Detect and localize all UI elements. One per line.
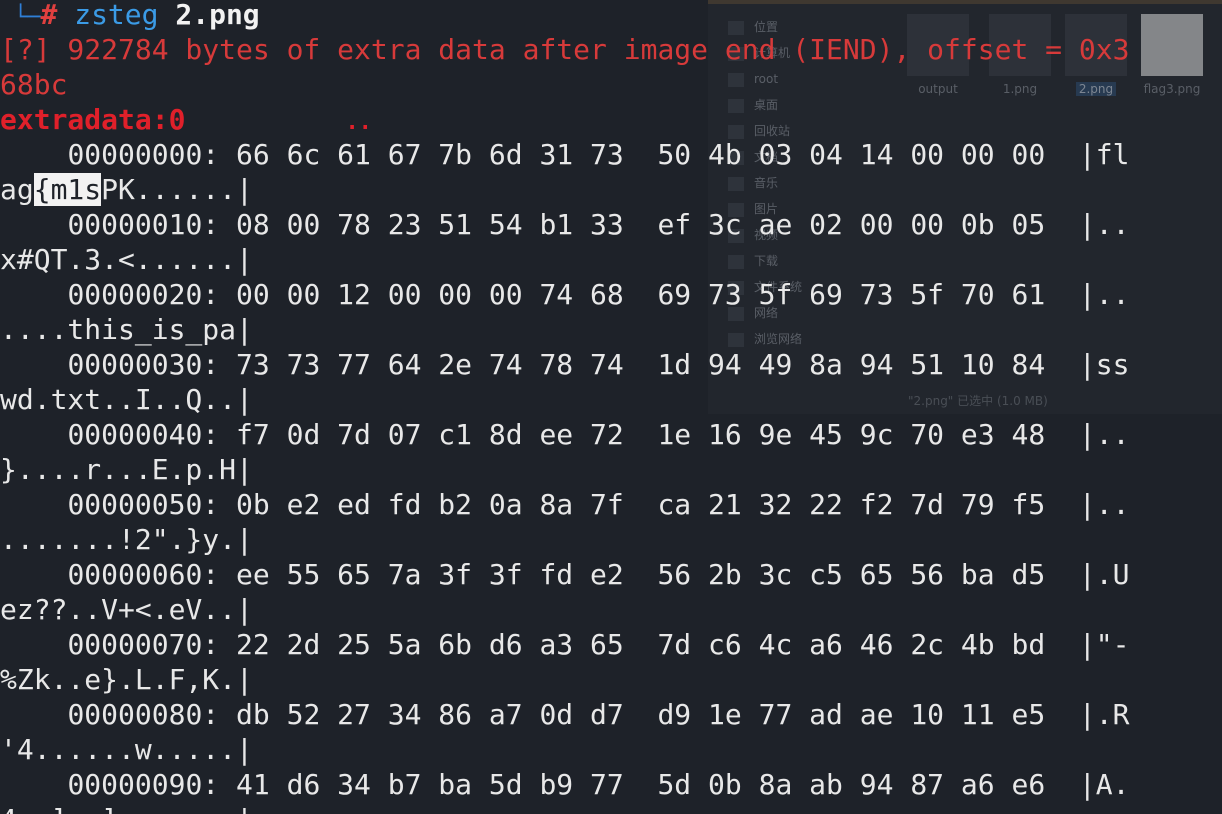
ascii-column-start: |.R	[1078, 698, 1130, 731]
terminal[interactable]: └─# zsteg 2.png [?] 922784 bytes of extr…	[0, 0, 1222, 814]
hexdump-row-wrap: }....r...E.p.H|	[0, 452, 253, 487]
warning-line: [?] 922784 bytes of extra data after ima…	[0, 33, 1130, 66]
hexdump-row-wrap: ez??..V+<.eV..|	[0, 592, 253, 627]
hex-bytes: 66 6c 61 67 7b 6d 31 73 50 4b 03 04 14 0…	[236, 138, 1046, 171]
hex-bytes: 22 2d 25 5a 6b d6 a3 65 7d c6 4c a6 46 2…	[236, 628, 1046, 661]
hexdump-row-wrap: ....this_is_pa|	[0, 312, 253, 347]
hex-bytes: db 52 27 34 86 a7 0d d7 d9 1e 77 ad ae 1…	[236, 698, 1046, 731]
ascii-wrap-rest: PK......|	[101, 173, 253, 206]
hexdump-row: 00000030: 73 73 77 64 2e 74 78 74 1d 94 …	[0, 347, 1129, 382]
ascii-wrap: 4..].w].......|	[0, 803, 253, 814]
command-argument: 2.png	[175, 0, 260, 31]
ascii-column-start: |..	[1078, 278, 1130, 311]
ascii-column-start: |..	[1078, 488, 1130, 521]
hex-offset: 00000060:	[67, 558, 220, 591]
hex-bytes: f7 0d 7d 07 c1 8d ee 72 1e 16 9e 45 9c 7…	[236, 418, 1046, 451]
prompt-corner: └─	[14, 5, 41, 30]
ascii-wrap: %Zk..e}.L.F,K.|	[0, 663, 253, 696]
ascii-column-start: |..	[1078, 418, 1130, 451]
extradata-dots: ..	[345, 110, 372, 135]
hexdump-row: 00000000: 66 6c 61 67 7b 6d 31 73 50 4b …	[0, 137, 1129, 172]
extradata-header: extradata:0..	[0, 102, 372, 137]
hexdump-row-wrap: %Zk..e}.L.F,K.|	[0, 662, 253, 697]
hexdump-row: 00000020: 00 00 12 00 00 00 74 68 69 73 …	[0, 277, 1129, 312]
hexdump-row-wrap: wd.txt..I..Q..|	[0, 382, 253, 417]
hex-bytes: 41 d6 34 b7 ba 5d b9 77 5d 0b 8a ab 94 8…	[236, 768, 1046, 801]
hexdump-row-wrap: '4......w.....|	[0, 732, 253, 767]
ascii-wrap: ....this_is_pa|	[0, 313, 253, 346]
hexdump-row: 00000070: 22 2d 25 5a 6b d6 a3 65 7d c6 …	[0, 627, 1129, 662]
hexdump-row-wrap: x#QT.3.<......|	[0, 242, 253, 277]
hexdump-row: 00000080: db 52 27 34 86 a7 0d d7 d9 1e …	[0, 697, 1129, 732]
ascii-wrap: x#QT.3.<......|	[0, 243, 253, 276]
hexdump-row: 00000050: 0b e2 ed fd b2 0a 8a 7f ca 21 …	[0, 487, 1129, 522]
hexdump-row-wrap: ag{m1sPK......|	[0, 172, 253, 207]
extradata-label: extradata:0	[0, 103, 186, 136]
ascii-column-start: |"-	[1078, 628, 1130, 661]
hexdump-row: 00000010: 08 00 78 23 51 54 b1 33 ef 3c …	[0, 207, 1129, 242]
hex-bytes: 0b e2 ed fd b2 0a 8a 7f ca 21 32 22 f2 7…	[236, 488, 1046, 521]
hex-offset: 00000090:	[67, 768, 220, 801]
selection-highlight[interactable]: {m1s	[33, 173, 102, 206]
ascii-column-start: |fl	[1078, 138, 1130, 171]
hex-bytes: ee 55 65 7a 3f 3f fd e2 56 2b 3c c5 65 5…	[236, 558, 1046, 591]
hexdump-row: 00000060: ee 55 65 7a 3f 3f fd e2 56 2b …	[0, 557, 1129, 592]
ascii-wrap: '4......w.....|	[0, 733, 253, 766]
ascii-column-start: |..	[1078, 208, 1130, 241]
warning-line-wrap: 68bc	[0, 68, 68, 101]
ascii-wrap: }....r...E.p.H|	[0, 453, 253, 486]
prompt-line: └─# zsteg 2.png	[14, 0, 260, 32]
hex-offset: 00000010:	[67, 208, 220, 241]
hex-offset: 00000050:	[67, 488, 220, 521]
hexdump-row-wrap: 4..].w].......|	[0, 802, 253, 814]
hexdump-row: 00000090: 41 d6 34 b7 ba 5d b9 77 5d 0b …	[0, 767, 1129, 802]
hex-bytes: 00 00 12 00 00 00 74 68 69 73 5f 69 73 5…	[236, 278, 1046, 311]
hex-offset: 00000040:	[67, 418, 220, 451]
command-name: zsteg	[74, 0, 159, 31]
hex-bytes: 73 73 77 64 2e 74 78 74 1d 94 49 8a 94 5…	[236, 348, 1046, 381]
ascii-wrap: ag	[0, 173, 34, 206]
ascii-wrap: wd.txt..I..Q..|	[0, 383, 253, 416]
ascii-wrap: ez??..V+<.eV..|	[0, 593, 253, 626]
ascii-column-start: |.U	[1078, 558, 1130, 591]
hex-offset: 00000030:	[67, 348, 220, 381]
prompt-hash: #	[40, 0, 58, 31]
hex-offset: 00000020:	[67, 278, 220, 311]
ascii-column-start: |ss	[1078, 348, 1130, 381]
ascii-wrap: .......!2".}y.|	[0, 523, 253, 556]
hex-offset: 00000070:	[67, 628, 220, 661]
hexdump-row: 00000040: f7 0d 7d 07 c1 8d ee 72 1e 16 …	[0, 417, 1129, 452]
hex-offset: 00000000:	[67, 138, 220, 171]
ascii-column-start: |A.	[1078, 768, 1130, 801]
hex-bytes: 08 00 78 23 51 54 b1 33 ef 3c ae 02 00 0…	[236, 208, 1046, 241]
hex-offset: 00000080:	[67, 698, 220, 731]
hexdump-row-wrap: .......!2".}y.|	[0, 522, 253, 557]
